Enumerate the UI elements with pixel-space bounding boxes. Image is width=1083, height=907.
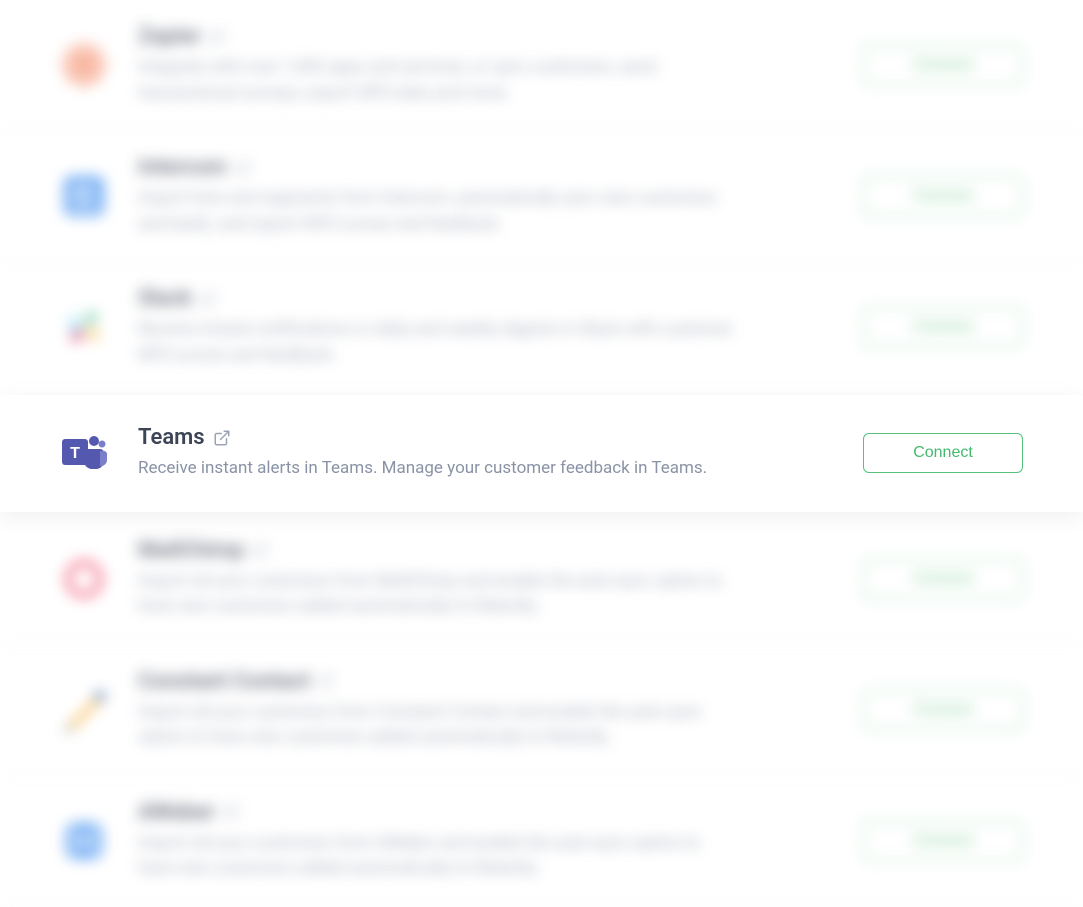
connect-button[interactable]: Connect (863, 176, 1023, 216)
integration-row-intercom: Intercom Import lists and segments from … (0, 131, 1083, 262)
integration-desc: Import all your customers from AWeber an… (138, 831, 738, 882)
connect-button[interactable]: Connect (863, 690, 1023, 730)
integration-title[interactable]: Slack (138, 286, 192, 311)
integrations-list: Zapier Integrate with over 1,500 apps an… (0, 0, 1083, 907)
integration-desc: Import lists and segments from Intercom,… (138, 186, 738, 237)
integration-row-teams: T Teams Receive instant alerts in Teams.… (0, 395, 1083, 512)
integration-row-constant-contact: Constant Contact Import all your custome… (0, 645, 1083, 776)
integration-desc: Import all your customers from MailChimp… (138, 569, 738, 620)
external-link-icon (209, 29, 225, 45)
zapier-icon (60, 41, 108, 89)
integration-info: Teams Receive instant alerts in Teams. M… (138, 425, 833, 482)
integration-title[interactable]: AWeber (138, 800, 215, 825)
integration-row-zapier: Zapier Integrate with over 1,500 apps an… (0, 0, 1083, 131)
external-link-icon (223, 804, 239, 820)
connect-button[interactable]: Connect (863, 433, 1023, 473)
integration-info: Zapier Integrate with over 1,500 apps an… (138, 24, 833, 106)
external-link-icon[interactable] (213, 429, 231, 447)
integration-desc: Receive instant alerts in Teams. Manage … (138, 456, 738, 482)
svg-text:T: T (70, 445, 80, 462)
external-link-icon (200, 291, 216, 307)
constant-contact-icon (60, 686, 108, 734)
integration-row-mailchimp: MailChimp Import all your customers from… (0, 514, 1083, 645)
teams-icon: T (60, 429, 108, 477)
integration-info: MailChimp Import all your customers from… (138, 538, 833, 620)
integration-info: Slack Receive instant notifications or d… (138, 286, 833, 368)
integration-title[interactable]: Teams (138, 425, 205, 450)
integration-desc: Receive instant notifications or daily a… (138, 317, 738, 368)
aweber-icon (60, 817, 108, 865)
connect-button[interactable]: Connect (863, 559, 1023, 599)
connect-button[interactable]: Connect (863, 45, 1023, 85)
integration-info: Constant Contact Import all your custome… (138, 669, 833, 751)
connect-button[interactable]: Connect (863, 307, 1023, 347)
external-link-icon (318, 673, 334, 689)
integration-info: AWeber Import all your customers from AW… (138, 800, 833, 882)
integration-desc: Import all your customers from Constant … (138, 700, 738, 751)
connect-button[interactable]: Connect (863, 821, 1023, 861)
integration-row-aweber: AWeber Import all your customers from AW… (0, 776, 1083, 907)
integration-title[interactable]: MailChimp (138, 538, 244, 563)
integration-desc: Integrate with over 1,500 apps and servi… (138, 55, 738, 106)
mailchimp-icon (60, 555, 108, 603)
external-link-icon (252, 542, 268, 558)
integration-title[interactable]: Zapier (138, 24, 201, 49)
integration-title[interactable]: Constant Contact (138, 669, 310, 694)
slack-icon (60, 303, 108, 351)
intercom-icon (60, 172, 108, 220)
integration-title[interactable]: Intercom (138, 155, 227, 180)
external-link-icon (235, 160, 251, 176)
integration-row-slack: Slack Receive instant notifications or d… (0, 262, 1083, 393)
integration-info: Intercom Import lists and segments from … (138, 155, 833, 237)
